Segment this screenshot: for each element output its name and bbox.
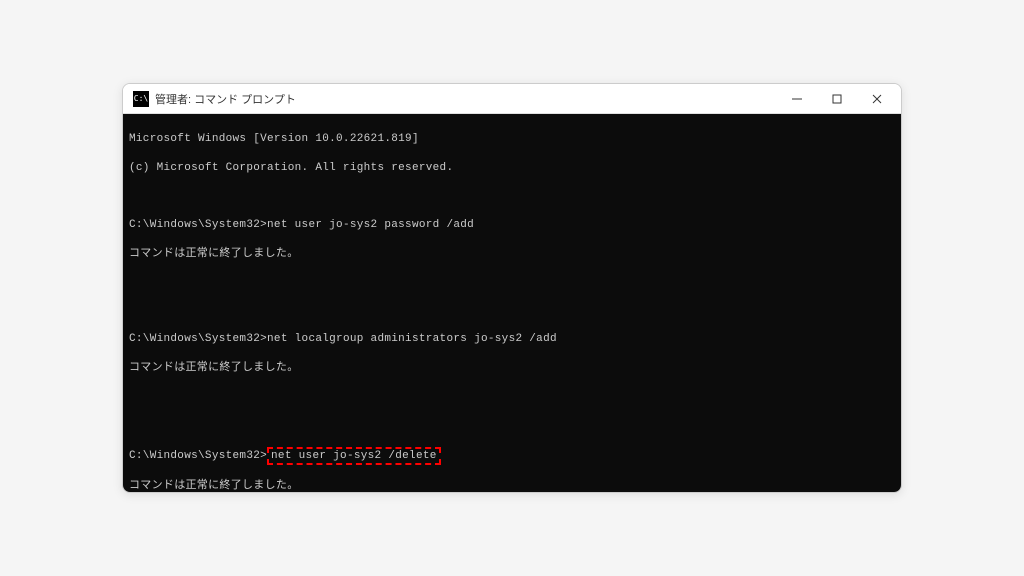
command-line-1: C:\Windows\System32>net user jo-sys2 pas… (129, 218, 895, 232)
blank-line (129, 390, 895, 404)
prompt: C:\Windows\System32> (129, 219, 267, 231)
close-icon (872, 94, 882, 104)
blank-line (129, 275, 895, 289)
command-1: net user jo-sys2 password /add (267, 219, 474, 231)
terminal-content[interactable]: Microsoft Windows [Version 10.0.22621.81… (123, 114, 901, 492)
blank-line (129, 189, 895, 203)
prompt: C:\Windows\System32> (129, 450, 267, 462)
window-controls (777, 84, 897, 113)
copyright-text: (c) Microsoft Corporation. All rights re… (129, 161, 895, 175)
close-button[interactable] (857, 84, 897, 113)
highlighted-command: net user jo-sys2 /delete (267, 447, 441, 465)
blank-line (129, 418, 895, 432)
app-icon-text: C:\ (134, 94, 148, 103)
prompt: C:\Windows\System32> (129, 333, 267, 345)
app-icon: C:\ (133, 91, 149, 107)
minimize-icon (792, 94, 802, 104)
window-title: 管理者: コマンド プロンプト (155, 91, 777, 107)
maximize-icon (832, 94, 842, 104)
success-message-3: コマンドは正常に終了しました。 (129, 479, 895, 492)
success-message-2: コマンドは正常に終了しました。 (129, 361, 895, 375)
command-3: net user jo-sys2 /delete (271, 450, 437, 462)
titlebar[interactable]: C:\ 管理者: コマンド プロンプト (123, 84, 901, 114)
command-2: net localgroup administrators jo-sys2 /a… (267, 333, 557, 345)
command-line-2: C:\Windows\System32>net localgroup admin… (129, 332, 895, 346)
command-line-3: C:\Windows\System32> net user jo-sys2 /de… (129, 447, 895, 465)
maximize-button[interactable] (817, 84, 857, 113)
version-text: Microsoft Windows [Version 10.0.22621.81… (129, 132, 895, 146)
blank-line (129, 304, 895, 318)
minimize-button[interactable] (777, 84, 817, 113)
command-prompt-window: C:\ 管理者: コマンド プロンプト Microsoft Windows [V… (122, 83, 902, 493)
success-message-1: コマンドは正常に終了しました。 (129, 247, 895, 261)
